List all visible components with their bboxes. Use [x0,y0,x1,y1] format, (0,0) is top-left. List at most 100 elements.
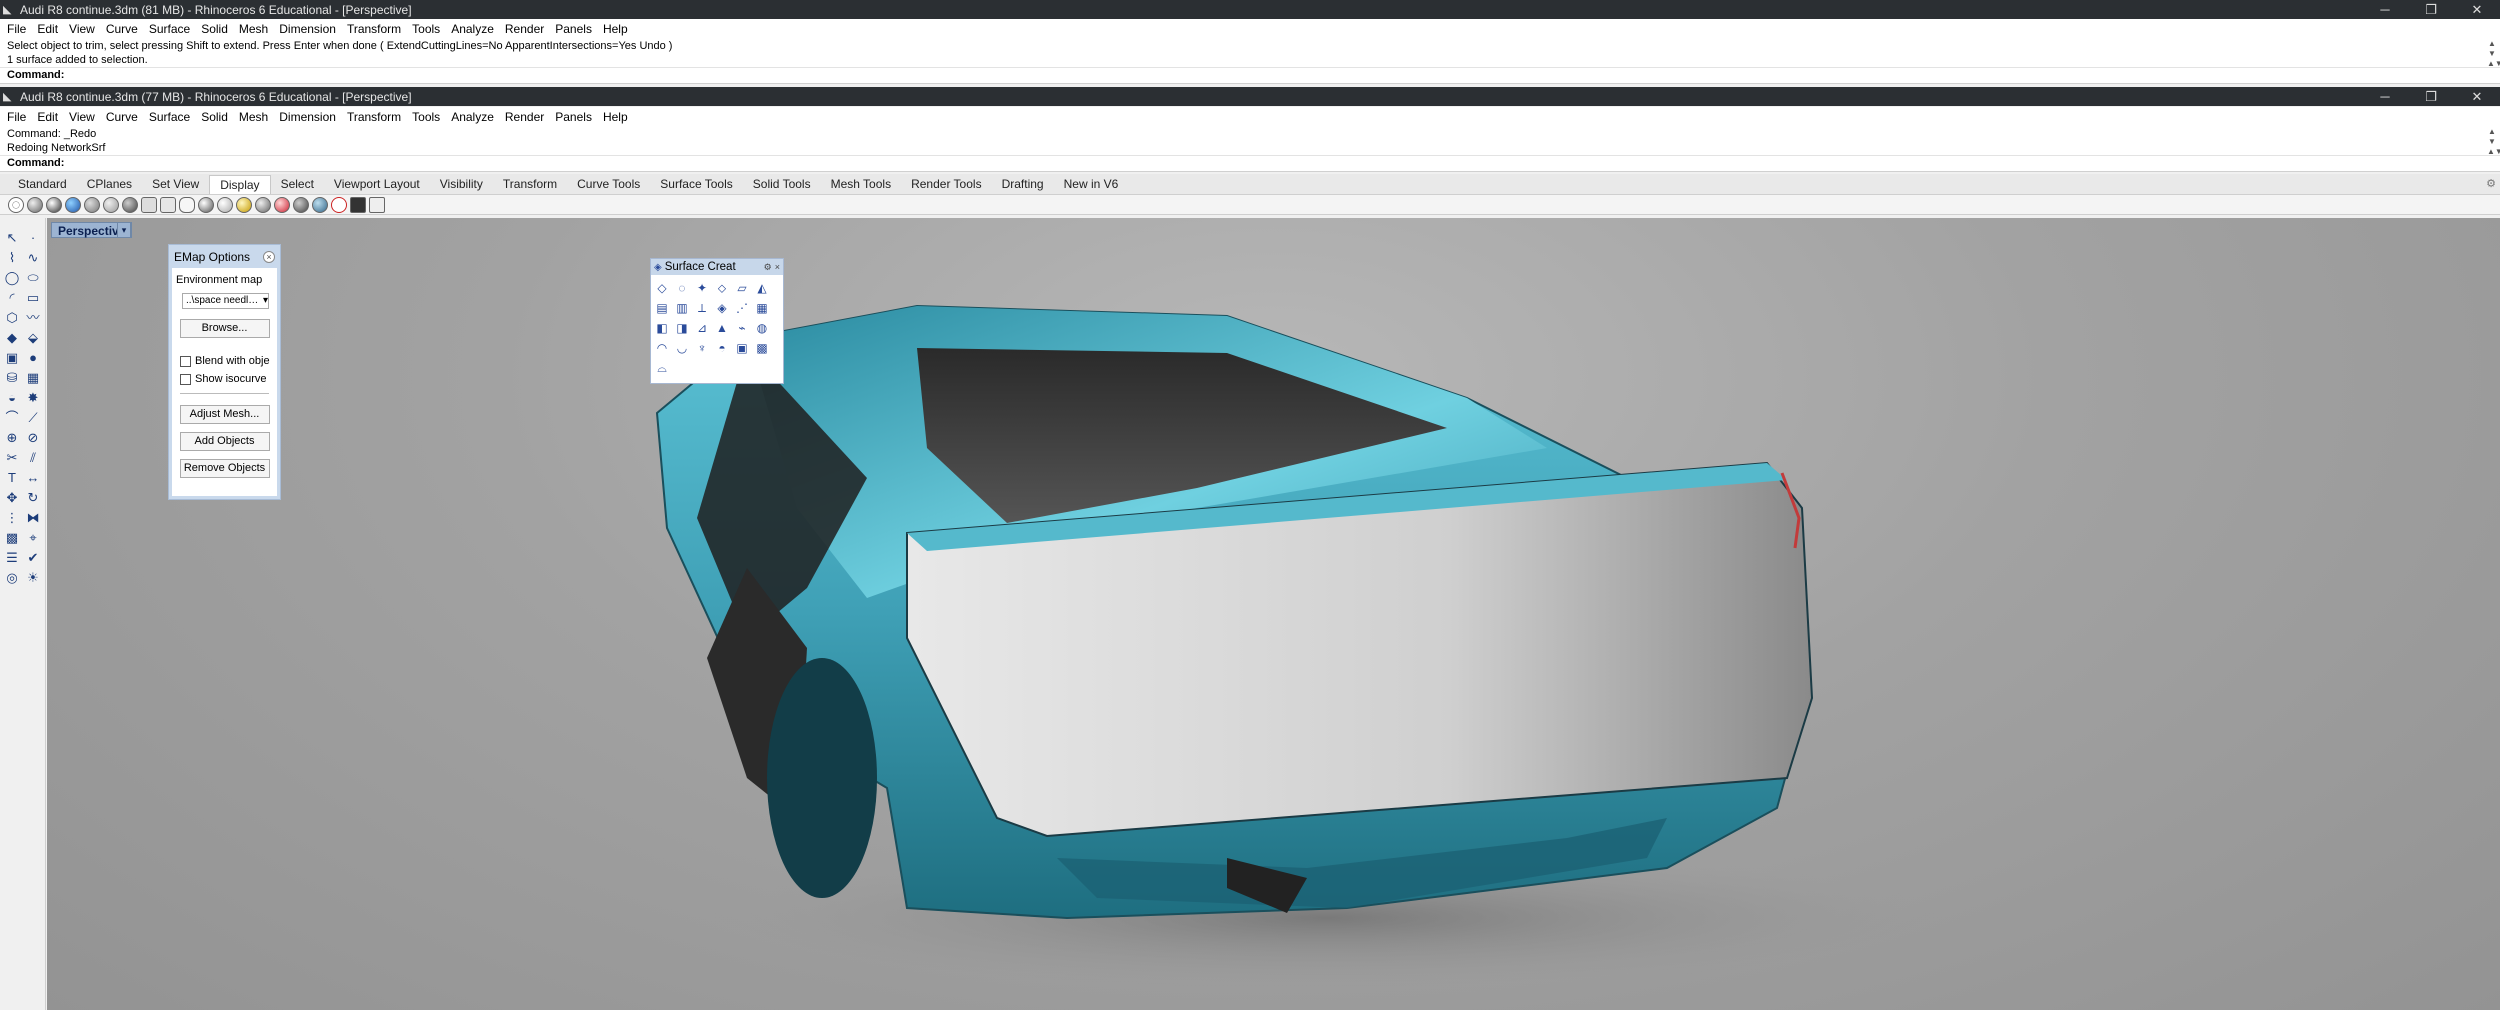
ghosted-view-icon[interactable] [65,196,81,213]
array-icon[interactable]: ⋮ [4,510,20,526]
gear-icon[interactable]: ⚙ [764,262,772,273]
cone-icon[interactable]: ▲ [715,321,729,335]
remove-objects-button[interactable]: Remove Objects [179,459,270,478]
menu-analyze[interactable]: Analyze [446,22,500,36]
sphere-surface-icon[interactable]: ◌ [675,281,689,295]
tab-viewport-layout[interactable]: Viewport Layout [324,175,430,194]
patch-icon[interactable]: ✦ [695,281,709,295]
menu-solid[interactable]: Solid [196,110,234,124]
plane-icon[interactable]: ▱ [735,281,749,295]
menu-dimension[interactable]: Dimension [274,22,342,36]
browse-button[interactable]: Browse... [179,319,270,338]
tab-select[interactable]: Select [271,175,324,194]
restore-button[interactable]: ❐ [2408,87,2454,106]
tab-solid-tools[interactable]: Solid Tools [743,175,821,194]
monitor-icon[interactable] [350,196,366,213]
menu-panels[interactable]: Panels [550,22,598,36]
menu-edit[interactable]: Edit [32,22,64,36]
dimension-icon[interactable]: ↔ [25,470,41,486]
pen-view-icon[interactable] [141,196,157,213]
perspective-viewport[interactable]: Perspective ▾ [47,218,2500,1010]
polyline-icon[interactable]: ⌇ [4,250,20,266]
mesh-icon[interactable]: ▦ [25,370,41,386]
menu-file[interactable]: File [2,110,32,124]
show-isocurves-checkbox[interactable]: Show isocurve [172,370,277,388]
menu-tools[interactable]: Tools [407,110,446,124]
match-surface-icon[interactable]: ◍ [755,321,769,335]
tab-drafting[interactable]: Drafting [992,175,1054,194]
close-icon[interactable]: × [775,262,780,272]
offset-icon[interactable]: ⫽ [25,450,41,466]
grid-icon[interactable]: ▩ [4,530,20,546]
fillet-icon[interactable]: ⌒ [4,410,20,426]
menu-curve[interactable]: Curve [101,110,144,124]
drape-icon[interactable]: ⌓ [655,361,669,375]
shaded-view-icon[interactable] [27,196,43,213]
menu-dimension[interactable]: Dimension [274,110,342,124]
tab-render-tools[interactable]: Render Tools [901,175,992,194]
menu-help[interactable]: Help [598,22,634,36]
menu-file[interactable]: File [2,22,32,36]
network-surface-icon[interactable]: ▦ [755,301,769,315]
light-sphere-icon[interactable] [217,196,233,213]
menu-transform[interactable]: Transform [342,110,407,124]
xray-view-icon[interactable] [84,196,100,213]
menu-curve[interactable]: Curve [101,22,144,36]
edge-surface-icon[interactable]: ⬦ [715,281,729,295]
curve-icon[interactable]: ∿ [25,250,41,266]
snap-icon[interactable]: ⌖ [25,530,41,546]
surface-from-points-icon[interactable]: ◇ [655,281,669,295]
menu-surface[interactable]: Surface [144,110,196,124]
command-scroll-arrows[interactable]: ▲ ▼ ▲▼ [2487,39,2500,69]
join-icon[interactable]: ⊕ [4,430,20,446]
rendered-view-icon[interactable] [46,196,62,213]
sphere-icon[interactable]: ● [25,350,41,366]
split-icon[interactable]: ⊘ [25,430,41,446]
tab-mesh-tools[interactable]: Mesh Tools [821,175,901,194]
rotate-icon[interactable]: ↻ [25,490,41,506]
capsule-icon[interactable] [179,196,195,213]
environment-icon[interactable] [312,196,328,213]
polygon-icon[interactable]: ⬡ [4,310,20,326]
arc-icon[interactable]: ◜ [4,290,20,306]
blend-surface-icon[interactable]: ⌁ [735,321,749,335]
menu-solid[interactable]: Solid [196,22,234,36]
tab-transform[interactable]: Transform [493,175,567,194]
restore-button[interactable]: ❐ [2408,0,2454,19]
menu-analyze[interactable]: Analyze [446,110,500,124]
explode-icon[interactable]: ✸ [25,390,41,406]
mirror-icon[interactable]: ⧓ [25,510,41,526]
tab-new-in-v6[interactable]: New in V6 [1054,175,1129,194]
rectangle-icon[interactable]: ▭ [25,290,41,306]
move-icon[interactable]: ✥ [4,490,20,506]
ellipse-icon[interactable]: ⬭ [25,270,41,286]
menu-mesh[interactable]: Mesh [234,22,274,36]
close-button[interactable]: ✕ [2454,87,2500,106]
extrude-curve-icon[interactable]: ⟂ [695,301,709,315]
menu-transform[interactable]: Transform [342,22,407,36]
tab-standard[interactable]: Standard [8,175,77,194]
viewport-menu-arrow-icon[interactable]: ▾ [117,222,131,238]
menu-mesh[interactable]: Mesh [234,110,274,124]
heightfield-icon[interactable]: ♆ [695,341,709,355]
vertical-plane-icon[interactable]: ▥ [675,301,689,315]
render-icon[interactable]: ☀ [25,570,41,586]
gold-sphere-icon[interactable] [236,196,252,213]
tabs-settings-icon[interactable]: ⚙ [2486,177,2496,190]
menu-surface[interactable]: Surface [144,22,196,36]
technical-view-icon[interactable] [103,196,119,213]
dome-icon[interactable]: ◓ [715,341,729,355]
box-icon[interactable]: ▣ [4,350,20,366]
close-icon[interactable]: × [263,251,275,263]
shadow-sphere-icon[interactable] [255,196,271,213]
surface-toolbar-header[interactable]: ◈ Surface Creat ⚙ × [651,259,783,275]
offset-surface-icon[interactable]: ◡ [675,341,689,355]
command-prompt[interactable]: Command: [0,155,2500,170]
artistic-view-icon[interactable] [122,196,138,213]
title-bar-window-1[interactable]: ◣ Audi R8 continue.3dm (81 MB) - Rhinoce… [0,0,2500,19]
freeform-icon[interactable]: 〰 [25,310,41,326]
menu-render[interactable]: Render [500,22,550,36]
text-icon[interactable]: T [4,470,20,486]
command-prompt[interactable]: Command: [0,67,2500,82]
ground-plane-icon[interactable] [293,196,309,213]
